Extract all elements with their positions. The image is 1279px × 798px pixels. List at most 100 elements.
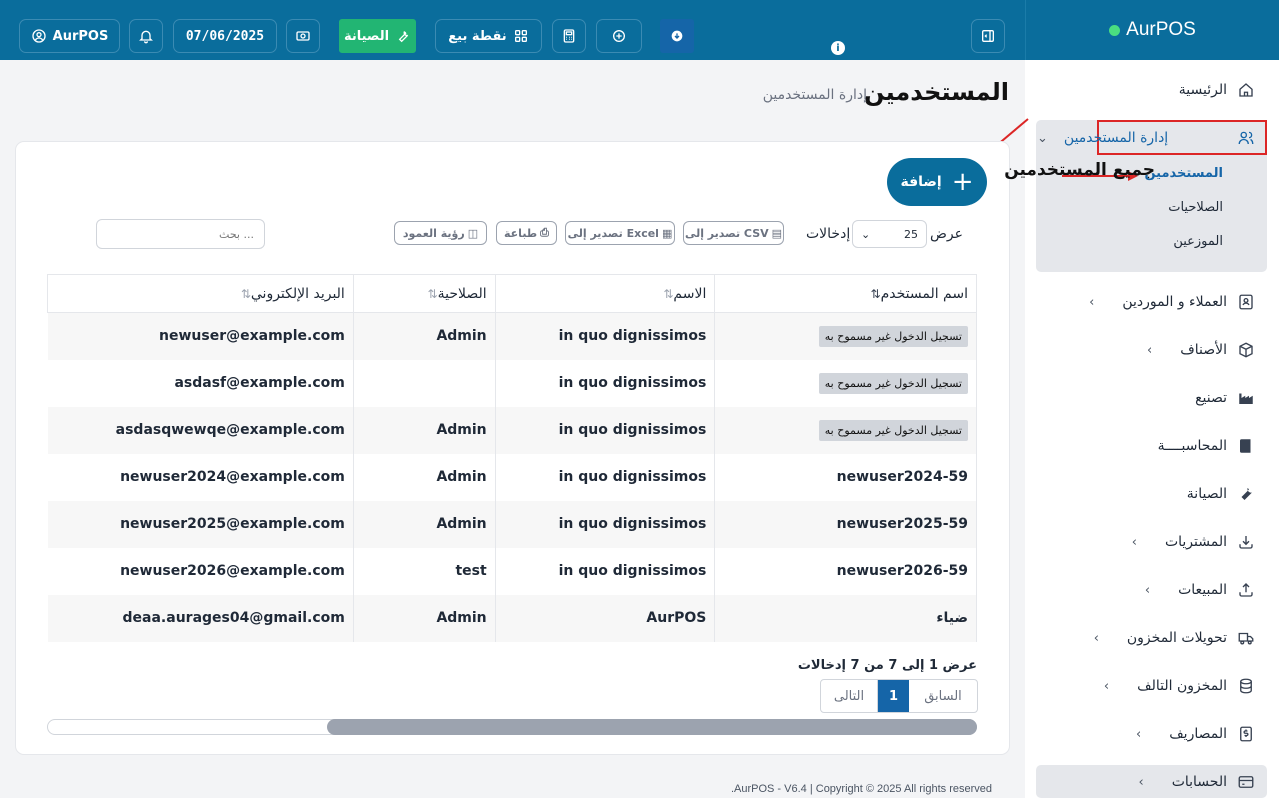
previous-page-button[interactable]: السابق [909,680,977,712]
file-icon: ▤ [771,226,783,240]
download-button[interactable] [660,19,694,53]
sidebar-item-sales[interactable]: ‹ المبيعات [1037,573,1267,607]
sidebar-item-manufacturing[interactable]: تصنيع [1037,381,1267,415]
sort-icon: ⇅ [870,286,881,301]
cell-role: Admin [353,312,496,360]
calculator-icon [563,29,575,43]
table-row[interactable]: asdasf@example.com in quo dignissimos تسجي… [47,359,977,407]
column-header-username[interactable]: ⇅اسم المستخدم [714,274,977,313]
table-row[interactable]: asdasqwewqe@example.com Admin in quo digni… [47,406,977,454]
cash-button[interactable] [286,19,320,53]
sidebar-item-label: العملاء و الموردين [1122,294,1227,310]
sort-icon: ⇅ [240,286,251,301]
table-row[interactable]: newuser@example.com Admin in quo dignissim… [47,312,977,360]
sidebar-item-label: المحاسبــــة [1157,438,1227,454]
page-1-button[interactable]: 1 [878,680,909,712]
cell-name: in quo dignissimos [495,500,716,548]
print-button[interactable]: طباعة ⎙ [496,221,557,245]
sidebar-item-purchases[interactable]: ‹ المشتريات [1037,525,1267,559]
chevron-down-icon: ⌄ [1037,130,1048,146]
chevron-left-icon: ‹ [1089,294,1095,310]
breadcrumb[interactable]: إدارة المستخدمين [763,87,867,103]
sidebar-item-stock-transfers[interactable]: ‹ تحويلات المخزون [1037,621,1267,655]
download-icon [1239,536,1253,549]
next-page-button[interactable]: التالى [821,680,878,712]
chevron-left-icon: ‹ [1131,534,1137,550]
table-row[interactable]: newuser2026@example.com test in quo dignis… [47,547,977,595]
brand-name: AurPOS [1126,19,1196,40]
sidebar-item-label: الأصناف [1180,342,1227,358]
cell-name: in quo dignissimos [495,312,716,360]
table-row[interactable]: newuser2024@example.com Admin in quo digni… [47,453,977,501]
sidebar-item-users[interactable]: ⌄ إدارة المستخدمين [1037,121,1267,155]
calculator-button[interactable] [552,19,586,53]
add-user-button[interactable]: إضافة + [887,158,987,206]
scrollbar-thumb[interactable] [327,719,977,735]
sidebar-item-home[interactable]: الرئيسية [1037,73,1267,107]
sub-item-permissions[interactable]: الصلاحيات [1168,200,1223,215]
page-title: المستخدمين [864,78,1009,106]
sidebar-item-expenses[interactable]: ‹ المصاريف [1037,717,1267,751]
cell-role: Admin [353,453,496,501]
table-row[interactable]: newuser2025@example.com Admin in quo digni… [47,500,977,548]
cell-email: newuser2026@example.com [47,547,354,595]
info-icon[interactable]: i [831,41,845,55]
truck-icon [1238,632,1254,645]
sidebar-item-products[interactable]: ‹ الأصناف [1037,333,1267,367]
sidebar-item-customers[interactable]: ‹ العملاء و الموردين [1037,285,1267,319]
sidebar-item-damaged-stock[interactable]: ‹ المخزون التالف [1037,669,1267,703]
download-circle-icon [671,30,683,42]
wrench-icon [398,31,409,43]
date-text: 07/06/2025 [185,28,265,44]
search-input[interactable] [96,219,265,249]
maintenance-button[interactable]: الصيانة [339,19,416,53]
sidebar-item-accounting[interactable]: المحاسبــــة [1037,429,1267,463]
page-length-select[interactable]: ⌄ 25 [852,220,927,248]
maintenance-label: الصيانة [343,28,390,44]
cell-username: تسجيل الدخول غير مسموح به [714,312,977,360]
column-visibility-button[interactable]: رؤية العمود ◫ [394,221,487,245]
sub-item-users[interactable]: المستخدمين [1144,166,1223,181]
notifications-button[interactable] [129,19,163,53]
column-header-name[interactable]: ⇅الاسم [494,274,716,313]
users-icon [1238,131,1254,145]
sub-item-distributors[interactable]: الموزعين [1173,234,1223,249]
print-label: طباعة [504,226,538,240]
username-text: newuser2024-59 [836,469,968,485]
user-menu-button[interactable]: AurPOS [19,19,120,53]
dollar-icon [1240,726,1252,742]
cell-email: deaa.aurages04@gmail.com [47,594,354,642]
username-text: newuser2026-59 [836,563,968,579]
wrench-icon [1241,488,1252,500]
cell-role [353,359,496,407]
column-header-role[interactable]: ⇅الصلاحية [352,274,496,313]
sidebar-item-label: الصيانة [1186,486,1227,502]
sidebar-toggle-button[interactable] [971,19,1005,53]
chevron-left-icon: ‹ [1147,342,1153,358]
quick-add-button[interactable] [596,19,642,53]
book-icon [1240,439,1251,453]
table-info: عرض 1 إلى 7 من 7 إدخالات [797,658,977,673]
cell-role: Admin [353,406,496,454]
export-excel-button[interactable]: تصدير إلى Excel ▦ [565,221,675,245]
status-dot-icon [1109,24,1121,36]
cell-username: newuser2025-59 [714,500,977,548]
column-header-email[interactable]: ⇅البريد الإلكتروني [47,274,354,313]
sidebar-item-label: الحسابات [1171,774,1227,790]
export-csv-button[interactable]: تصدير إلى CSV ▤ [683,221,784,245]
table-row[interactable]: deaa.aurages04@gmail.com Admin AurPOS ضياء [47,594,977,642]
home-icon [1239,83,1253,97]
top-bar: AurPOS 07/06/2025 الصيانة نقطة بيع [0,0,1025,60]
sidebar-item-label: المصاريف [1169,726,1227,742]
pos-label: نقطة بيع [448,28,507,44]
date-display: 07/06/2025 [173,19,277,53]
cell-email: asdasqwewqe@example.com [47,406,354,454]
cell-name: in quo dignissimos [495,453,716,501]
cell-role: Admin [353,500,496,548]
pos-button[interactable]: نقطة بيع [435,19,542,53]
sidebar-item-accounts[interactable]: ‹ الحسابات [1037,765,1267,798]
user-label: AurPOS [52,28,109,44]
sidebar-item-maintenance[interactable]: الصيانة [1037,477,1267,511]
cell-username: تسجيل الدخول غير مسموح به [714,406,977,454]
cell-email: asdasf@example.com [47,359,354,407]
